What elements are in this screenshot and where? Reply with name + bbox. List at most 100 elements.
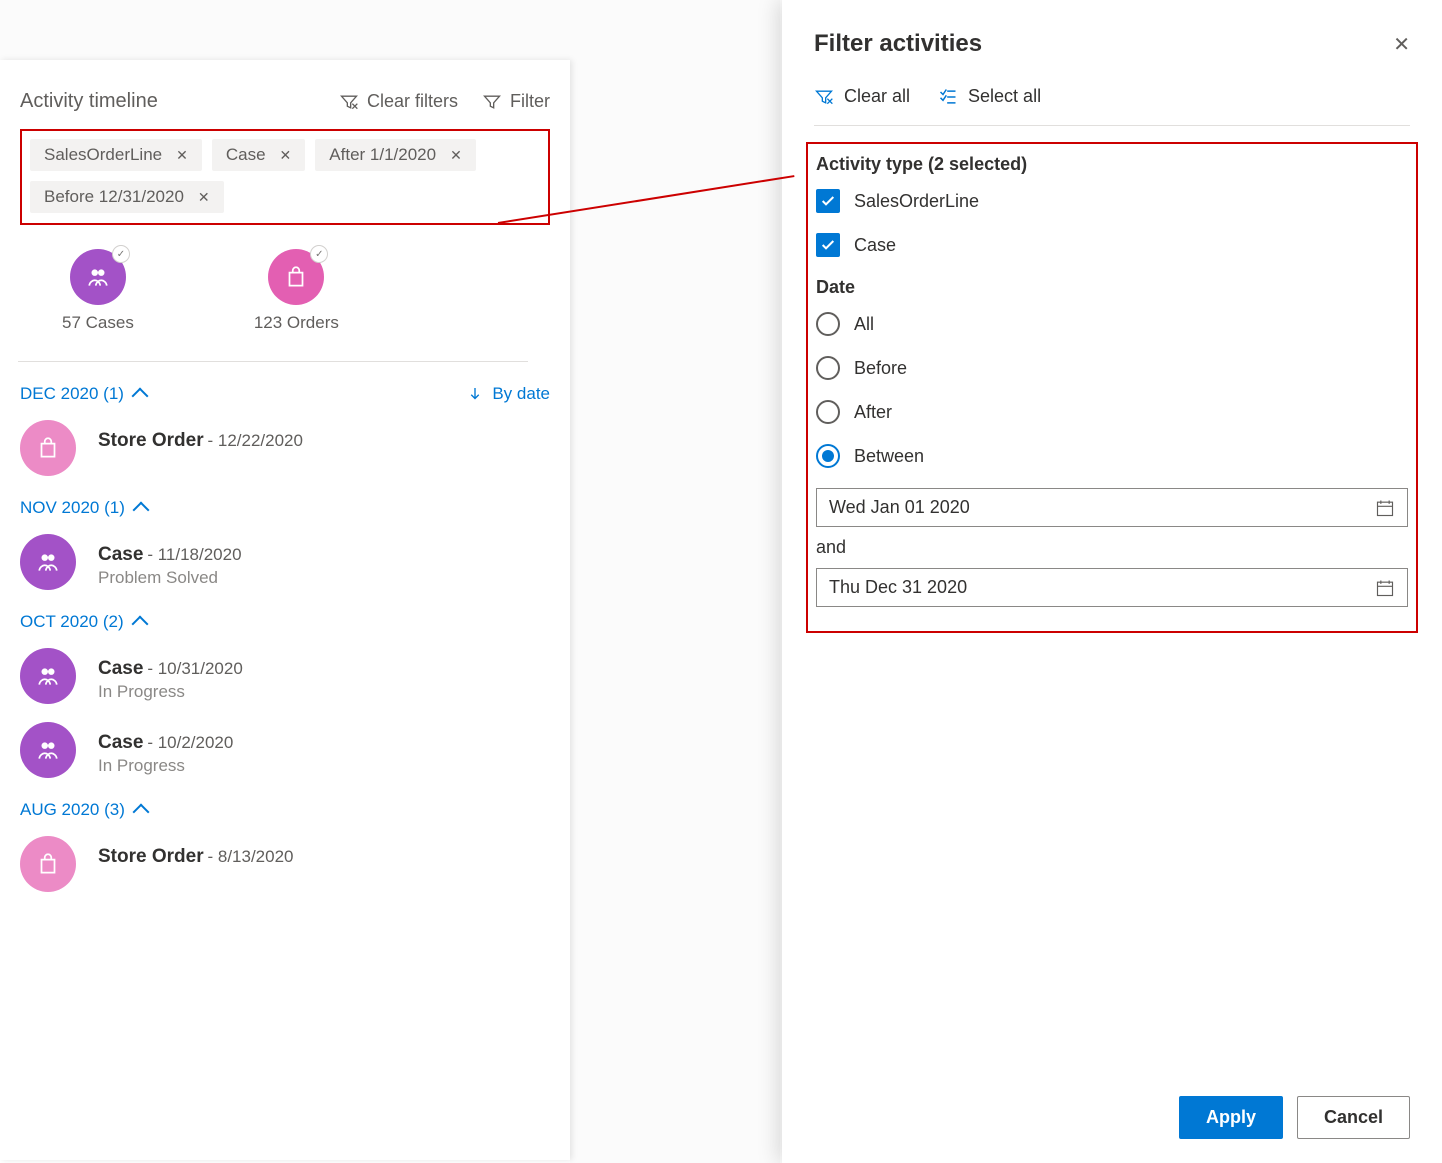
- applied-filters-box: SalesOrderLine ✕ Case ✕ After 1/1/2020 ✕…: [20, 129, 550, 225]
- filter-chip[interactable]: SalesOrderLine ✕: [30, 139, 202, 171]
- timeline-title: Activity timeline: [20, 90, 158, 113]
- filter-chip[interactable]: Before 12/31/2020 ✕: [30, 181, 224, 213]
- chevron-up-icon: [132, 502, 149, 519]
- radio-label: Between: [854, 446, 924, 467]
- month-header: OCT 2020 (2): [20, 612, 550, 632]
- timeline-item[interactable]: Store Order - 8/13/2020: [20, 836, 550, 892]
- flyout-title: Filter activities: [814, 30, 982, 58]
- item-order-icon: [20, 420, 76, 476]
- timeline-actions: Clear filters Filter: [339, 91, 550, 112]
- item-subtitle: In Progress: [98, 682, 243, 702]
- background-shade: [570, 0, 780, 1163]
- item-date: - 12/22/2020: [207, 431, 302, 450]
- radio-between[interactable]: Between: [816, 444, 1408, 468]
- month-label-text: NOV 2020 (1): [20, 498, 125, 518]
- item-body: Case - 11/18/2020 Problem Solved: [98, 534, 242, 588]
- filter-chip[interactable]: Case ✕: [212, 139, 305, 171]
- month-label-text: OCT 2020 (2): [20, 612, 124, 632]
- cases-circle: ✓: [70, 249, 126, 305]
- filter-button[interactable]: Filter: [482, 91, 550, 112]
- month-toggle[interactable]: OCT 2020 (2): [20, 612, 146, 632]
- activity-timeline-panel: Activity timeline Clear filters Filter S…: [0, 60, 570, 1160]
- filter-icon: [482, 92, 502, 112]
- select-all-button[interactable]: Select all: [938, 86, 1041, 107]
- timeline-item[interactable]: Case - 10/31/2020 In Progress: [20, 648, 550, 704]
- date-start-input[interactable]: Wed Jan 01 2020: [816, 488, 1408, 527]
- clear-filters-label: Clear filters: [367, 91, 458, 112]
- item-body: Case - 10/31/2020 In Progress: [98, 648, 243, 702]
- item-date: - 10/2/2020: [147, 733, 233, 752]
- filter-chip[interactable]: After 1/1/2020 ✕: [315, 139, 476, 171]
- bag-icon: [35, 435, 61, 461]
- summary-orders[interactable]: ✓ 123 Orders: [254, 249, 339, 333]
- month-header: DEC 2020 (1) By date: [20, 384, 550, 404]
- item-title: Store Order: [98, 430, 204, 451]
- radio-label: After: [854, 402, 892, 423]
- checkbox-salesorderline[interactable]: SalesOrderLine: [816, 189, 1408, 213]
- calendar-icon: [1375, 498, 1395, 518]
- chevron-up-icon: [131, 616, 148, 633]
- close-icon[interactable]: ✕: [450, 147, 462, 164]
- timeline-item[interactable]: Case - 10/2/2020 In Progress: [20, 722, 550, 778]
- background-shade-top: [0, 0, 570, 60]
- month-header: AUG 2020 (3): [20, 800, 550, 820]
- timeline-item[interactable]: Store Order - 12/22/2020: [20, 420, 550, 476]
- month-toggle[interactable]: DEC 2020 (1): [20, 384, 146, 404]
- person-icon: [35, 549, 61, 575]
- chip-label: Case: [226, 145, 266, 165]
- month-label-text: DEC 2020 (1): [20, 384, 124, 404]
- timeline-item[interactable]: Case - 11/18/2020 Problem Solved: [20, 534, 550, 590]
- item-date: - 10/31/2020: [147, 659, 242, 678]
- summary-cases[interactable]: ✓ 57 Cases: [62, 249, 134, 333]
- filter-options-box: Activity type (2 selected) SalesOrderLin…: [806, 142, 1418, 633]
- item-title: Store Order: [98, 846, 204, 867]
- item-case-icon: [20, 534, 76, 590]
- filter-clear-icon: [339, 92, 359, 112]
- radio-icon: [816, 356, 840, 380]
- checkbox-case[interactable]: Case: [816, 233, 1408, 257]
- apply-button[interactable]: Apply: [1179, 1096, 1283, 1139]
- flyout-footer: Apply Cancel: [1179, 1096, 1410, 1139]
- close-icon[interactable]: ✕: [280, 147, 292, 164]
- chevron-up-icon: [132, 804, 149, 821]
- calendar-icon: [1375, 578, 1395, 598]
- filter-clear-icon: [814, 87, 834, 107]
- checkbox-checked-icon: [816, 189, 840, 213]
- radio-all[interactable]: All: [816, 312, 1408, 336]
- summary-row: ✓ 57 Cases ✓ 123 Orders: [18, 249, 528, 362]
- date-end-input[interactable]: Thu Dec 31 2020: [816, 568, 1408, 607]
- item-title: Case: [98, 732, 143, 753]
- month-toggle[interactable]: AUG 2020 (3): [20, 800, 147, 820]
- person-icon: [85, 264, 111, 290]
- clear-all-button[interactable]: Clear all: [814, 86, 910, 107]
- bydate-label: By date: [492, 384, 550, 404]
- radio-after[interactable]: After: [816, 400, 1408, 424]
- chevron-up-icon: [131, 388, 148, 405]
- radio-before[interactable]: Before: [816, 356, 1408, 380]
- sort-by-date[interactable]: By date: [466, 384, 550, 404]
- date-start-value: Wed Jan 01 2020: [829, 497, 970, 518]
- filter-label: Filter: [510, 91, 550, 112]
- cancel-button[interactable]: Cancel: [1297, 1096, 1410, 1139]
- item-title: Case: [98, 658, 143, 679]
- item-body: Store Order - 8/13/2020: [98, 836, 294, 868]
- item-title: Case: [98, 544, 143, 565]
- close-icon[interactable]: ✕: [198, 189, 210, 206]
- flyout-header: Filter activities ✕: [814, 30, 1410, 58]
- month-toggle[interactable]: NOV 2020 (1): [20, 498, 147, 518]
- flyout-toolbar: Clear all Select all: [814, 86, 1410, 126]
- radio-icon: [816, 312, 840, 336]
- close-button[interactable]: ✕: [1393, 32, 1410, 57]
- bag-icon: [283, 264, 309, 290]
- arrow-down-icon: [466, 385, 484, 403]
- check-icon: ✓: [112, 245, 130, 263]
- item-date: - 11/18/2020: [147, 545, 241, 564]
- summary-cases-label: 57 Cases: [62, 313, 134, 333]
- close-icon[interactable]: ✕: [176, 147, 188, 164]
- person-icon: [35, 663, 61, 689]
- checkbox-label: SalesOrderLine: [854, 191, 979, 212]
- month-header: NOV 2020 (1): [20, 498, 550, 518]
- clear-filters-button[interactable]: Clear filters: [339, 91, 458, 112]
- radio-label: All: [854, 314, 874, 335]
- select-all-label: Select all: [968, 86, 1041, 107]
